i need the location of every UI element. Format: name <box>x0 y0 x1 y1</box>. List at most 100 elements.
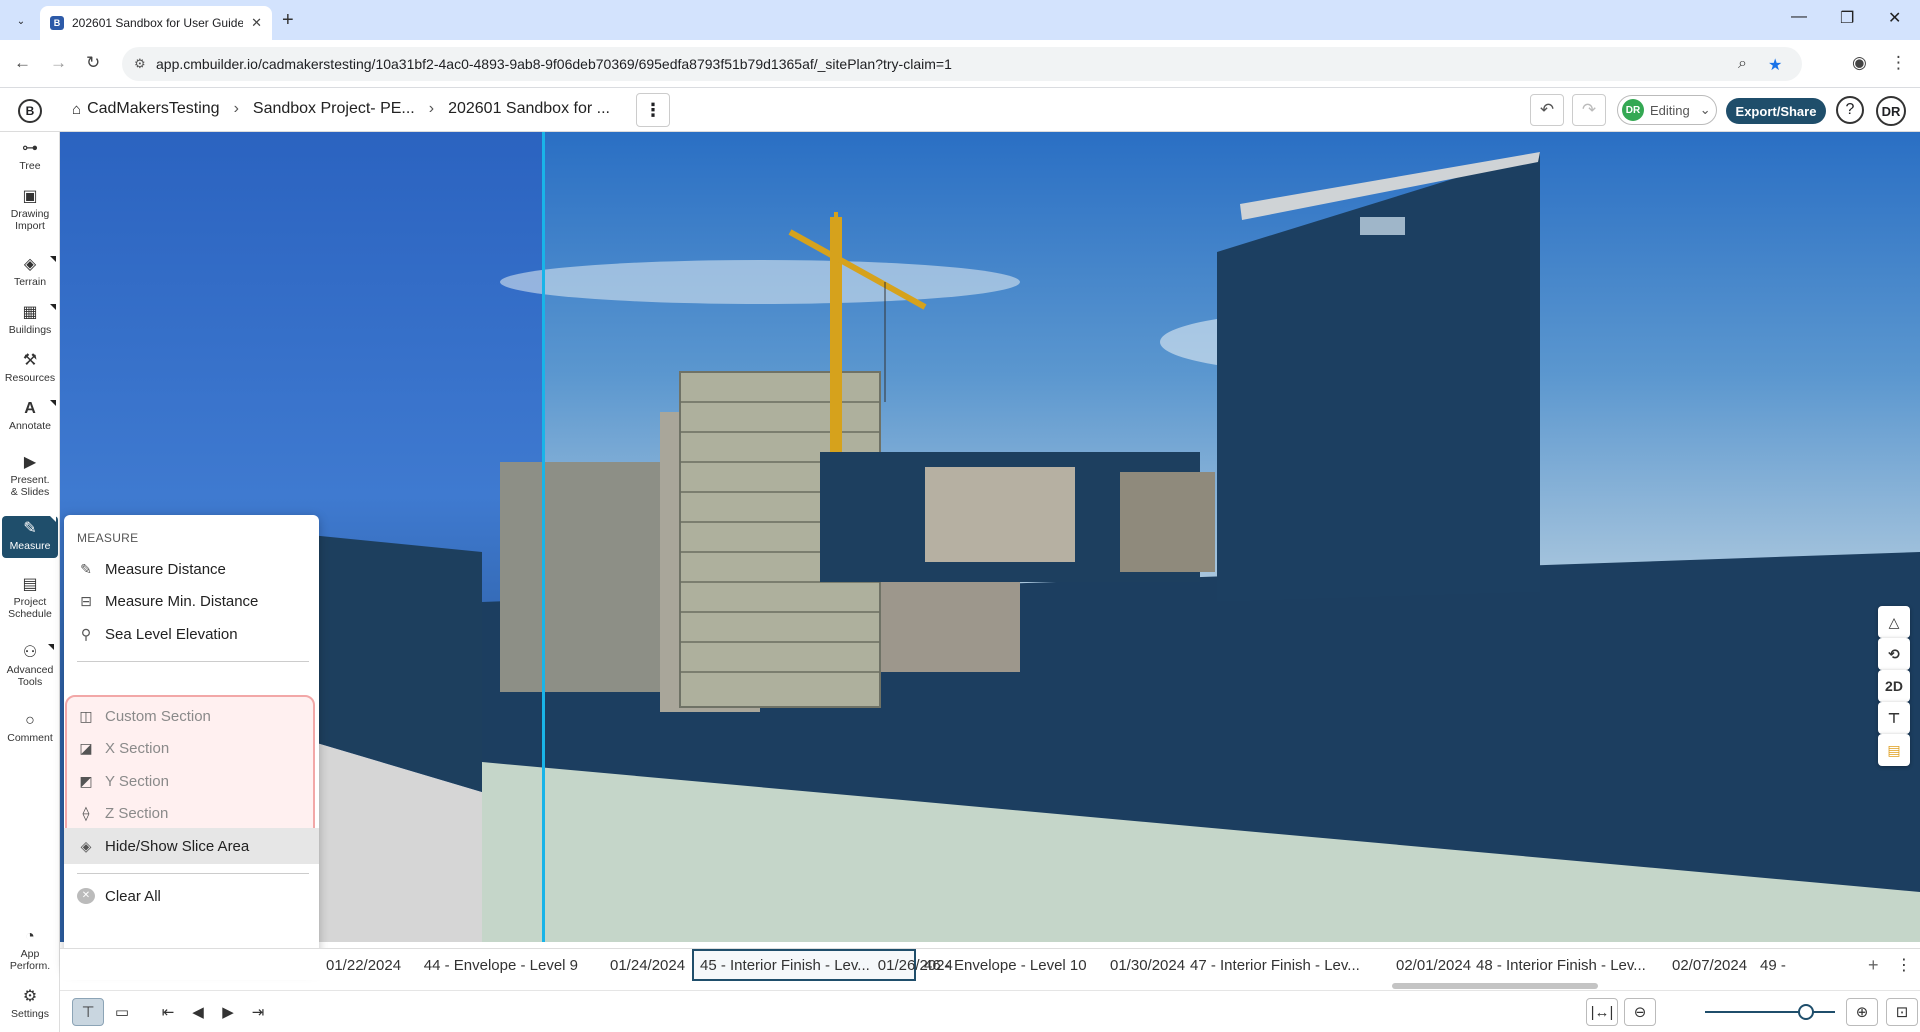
menu-item-label: Clear All <box>105 887 161 905</box>
bookmark-star-icon[interactable]: ★ <box>1768 55 1782 75</box>
sidebar-item-measure[interactable]: ✎ Measure <box>2 516 58 558</box>
skip-to-start-icon[interactable]: ⇤ <box>152 998 184 1026</box>
zoom-icon[interactable]: ⌕ <box>1738 55 1747 73</box>
north-arrow-icon[interactable]: △ <box>1878 606 1910 638</box>
schedule-task-selected[interactable]: 45 - Interior Finish - Lev... 01/26/2024 <box>692 949 953 981</box>
help-button[interactable]: ? <box>1836 96 1864 124</box>
restore-window-icon[interactable]: ❐ <box>1840 8 1854 28</box>
schedule-task-label: 45 - Interior Finish - Lev... <box>700 956 870 974</box>
schedule-date: 01/24/2024 <box>610 956 686 974</box>
sidebar-item-presentation[interactable]: ▶ Present. & Slides <box>6 454 54 498</box>
close-window-icon[interactable]: ✕ <box>1888 8 1901 28</box>
app-logo[interactable]: B <box>18 99 42 123</box>
schedule-scrollbar[interactable] <box>1392 983 1598 989</box>
user-avatar[interactable]: DR <box>1876 96 1906 126</box>
zoom-out-icon[interactable]: ⊖ <box>1624 998 1656 1026</box>
schedule-more-icon[interactable]: ⋮ <box>1896 949 1912 981</box>
reload-icon[interactable]: ↻ <box>86 53 100 73</box>
address-bar[interactable]: ⚙ app.cmbuilder.io/cadmakerstesting/10a3… <box>122 47 1802 81</box>
editor-avatar: DR <box>1622 99 1644 121</box>
sidebar-item-drawing-import[interactable]: ▣ Drawing Import <box>8 188 52 232</box>
schedule-task-label: 46 - Envelope - Level 10 <box>924 956 1087 974</box>
breadcrumb-item-project[interactable]: Sandbox Project- PE... <box>253 100 415 118</box>
layers-icon: ◈ <box>23 256 37 273</box>
tab-search-button[interactable]: ⌄ <box>10 10 32 32</box>
x-section-item[interactable]: ◪ X Section <box>64 730 319 766</box>
step-back-icon[interactable]: ◀ <box>182 998 214 1026</box>
y-section-item[interactable]: ◩ Y Section <box>64 763 319 799</box>
schedule-task[interactable]: 49 - <box>1760 949 1786 981</box>
sidebar-item-settings[interactable]: ⚙ Settings <box>2 988 58 1020</box>
sidebar-item-annotate[interactable]: A Annotate <box>2 400 58 432</box>
sidebar-item-label: Buildings <box>8 324 52 336</box>
menu-item-label: Z Section <box>105 804 169 822</box>
zoom-slider-handle[interactable] <box>1798 1004 1815 1020</box>
cloud <box>500 260 1020 304</box>
breadcrumb-item-organization[interactable]: CadMakersTesting <box>87 100 220 118</box>
menu-item-label: Measure Distance <box>105 560 226 578</box>
add-task-button[interactable]: + <box>1868 949 1879 981</box>
crane-view-button[interactable]: ⊤ <box>72 998 104 1026</box>
browser-address-row: ← → ↻ ⚙ app.cmbuilder.io/cadmakerstestin… <box>0 40 1920 88</box>
sidebar-item-advanced-tools[interactable]: ⚇ Advanced Tools <box>4 644 56 688</box>
home-icon[interactable]: ⌂ <box>72 101 81 118</box>
menu-item-label: Hide/Show Slice Area <box>105 837 250 855</box>
3d-viewport[interactable] <box>60 132 1920 942</box>
view-cube-icon[interactable]: ⟲ <box>1878 638 1910 670</box>
clear-all-item[interactable]: ✕ Clear All <box>64 878 319 914</box>
redo-button[interactable]: ↷ <box>1572 94 1606 126</box>
more-options-button[interactable]: ⋮ <box>636 93 670 127</box>
site-info-icon[interactable]: ⚙ <box>134 56 146 72</box>
profile-icon[interactable]: ◉ <box>1852 53 1867 73</box>
zoom-in-icon[interactable]: ⊕ <box>1846 998 1878 1026</box>
sidebar-item-label: Advanced Tools <box>6 664 54 688</box>
z-section-item[interactable]: ⟠ Z Section <box>64 795 319 831</box>
minimize-window-icon[interactable]: — <box>1791 8 1807 26</box>
menu-item-label: X Section <box>105 739 170 757</box>
sidebar-item-label: Tree <box>19 160 41 172</box>
breadcrumb-item-model[interactable]: 202601 Sandbox for ... <box>448 100 610 118</box>
legend-icon[interactable]: ▤ <box>1878 734 1910 766</box>
new-tab-button[interactable]: + <box>282 9 294 32</box>
menu-divider <box>77 873 309 874</box>
custom-section-item[interactable]: ◫ Custom Section <box>64 698 319 734</box>
skip-to-end-icon[interactable]: ⇥ <box>242 998 274 1026</box>
play-icon[interactable]: ▶ <box>212 998 244 1026</box>
sidebar-item-resources[interactable]: ⚒ Resources <box>2 352 58 384</box>
measure-min-distance-item[interactable]: ⊟ Measure Min. Distance <box>64 583 319 619</box>
schedule-task[interactable]: 44 - Envelope - Level 9 <box>350 949 578 981</box>
sidebar-item-comment[interactable]: ○ Comment <box>2 712 58 744</box>
schedule-task[interactable]: 47 - Interior Finish - Lev... <box>1190 949 1360 981</box>
back-icon[interactable]: ← <box>14 53 31 73</box>
slice-plane-line[interactable] <box>542 132 545 942</box>
close-tab-icon[interactable]: ✕ <box>251 15 262 31</box>
sidebar-item-label: Measure <box>9 540 51 552</box>
sidebar-item-label: App Perform. <box>9 948 51 972</box>
crane-toggle-icon[interactable]: ⊤ <box>1878 702 1910 734</box>
zoom-slider[interactable] <box>1705 1011 1835 1013</box>
browser-tab[interactable]: B 202601 Sandbox for User Guide ✕ <box>40 6 272 40</box>
hide-show-slice-area-item[interactable]: ◈ Hide/Show Slice Area <box>64 828 319 864</box>
fit-timeline-icon[interactable]: |↔| <box>1586 998 1618 1026</box>
export-share-button[interactable]: Export/Share <box>1726 98 1826 124</box>
forward-icon[interactable]: → <box>50 53 67 73</box>
sea-level-elevation-item[interactable]: ⚲ Sea Level Elevation <box>64 616 319 652</box>
crane-icon: ⚒ <box>22 352 38 369</box>
sidebar-item-terrain[interactable]: ◈ Terrain <box>2 256 58 288</box>
schedule-task[interactable]: 46 - Envelope - Level 10 <box>924 949 1087 981</box>
schedule-task[interactable]: 48 - Interior Finish - Lev... <box>1476 949 1646 981</box>
sidebar-item-app-performance[interactable]: ◔ App Perform. <box>7 928 53 972</box>
elevation-icon: ⚲ <box>80 625 92 642</box>
sidebar-item-project-schedule[interactable]: ▤ Project Schedule <box>6 576 54 620</box>
fullscreen-icon[interactable]: ⊡ <box>1886 998 1918 1026</box>
measure-distance-item[interactable]: ✎ Measure Distance <box>64 551 319 587</box>
speedometer-icon: ◔ <box>25 928 35 945</box>
undo-button[interactable]: ↶ <box>1530 94 1564 126</box>
presentation-view-button[interactable]: ▭ <box>106 998 138 1026</box>
browser-menu-icon[interactable]: ⋮ <box>1890 53 1907 73</box>
tools-icon: ⚇ <box>22 644 38 661</box>
editing-mode-dropdown[interactable]: DR Editing ⌄ <box>1617 95 1717 125</box>
sidebar-item-tree[interactable]: ⊶ Tree <box>2 140 58 172</box>
view-2d-button[interactable]: 2D <box>1878 670 1910 702</box>
sidebar-item-buildings[interactable]: ▦ Buildings <box>2 304 58 336</box>
